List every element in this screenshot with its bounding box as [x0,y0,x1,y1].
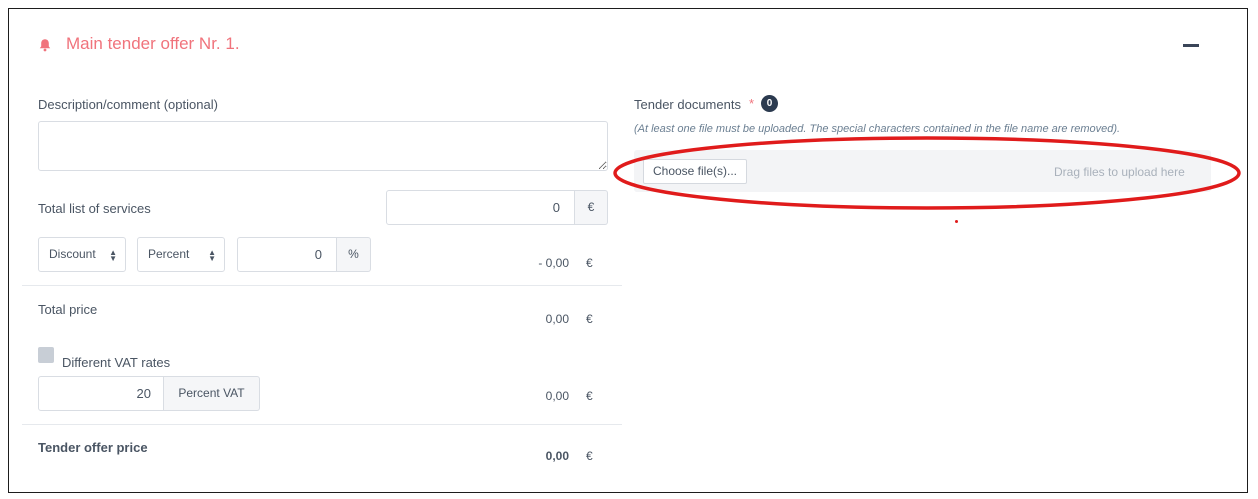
divider [22,424,622,425]
currency-symbol: € [586,312,593,326]
vat-addon: Percent VAT [164,376,260,411]
vat-checkbox-label: Different VAT rates [62,355,171,370]
currency-symbol: € [586,449,593,463]
currency-symbol: € [586,389,593,403]
upload-hint: (At least one file must be uploaded. The… [634,123,1121,135]
percent-addon: % [337,237,371,272]
drop-hint: Drag files to upload here [1054,165,1185,179]
vat-checkbox[interactable] [38,347,54,363]
description-label: Description/comment (optional) [38,97,218,112]
required-mark: * [749,96,755,111]
vat-rate-input[interactable]: 20 [38,376,164,411]
vat-amount: 0,00 [545,389,569,403]
file-count-badge: 0 [761,95,778,112]
total-services-input[interactable]: 0 [386,190,575,225]
choose-files-button[interactable]: Choose file(s)... [643,159,747,184]
currency-addon: € [575,190,608,225]
discount-result: - 0,00 [538,256,569,270]
annotation-dot [955,220,958,223]
collapse-button[interactable] [1183,44,1199,47]
divider [22,285,622,286]
total-services-label: Total list of services [38,201,151,216]
total-price-label: Total price [38,302,98,317]
offer-price-value: 0,00 [545,449,569,463]
description-input[interactable] [38,121,608,171]
discount-mode-select[interactable]: Percent ▲ ▼ [137,237,225,272]
discount-value-input[interactable]: 0 [237,237,337,272]
discount-type-value: Discount [49,247,96,261]
sort-caret-icon: ▲ ▼ [109,248,117,263]
currency-symbol: € [586,256,593,270]
offer-price-label: Tender offer price [38,440,148,455]
discount-type-select[interactable]: Discount ▲ ▼ [38,237,126,272]
documents-label: Tender documents [634,97,741,112]
bell-icon [39,39,51,52]
section-title: Main tender offer Nr. 1. [66,34,240,53]
discount-mode-value: Percent [148,247,190,261]
total-price-value: 0,00 [545,312,569,326]
sort-caret-icon: ▲ ▼ [208,248,216,263]
